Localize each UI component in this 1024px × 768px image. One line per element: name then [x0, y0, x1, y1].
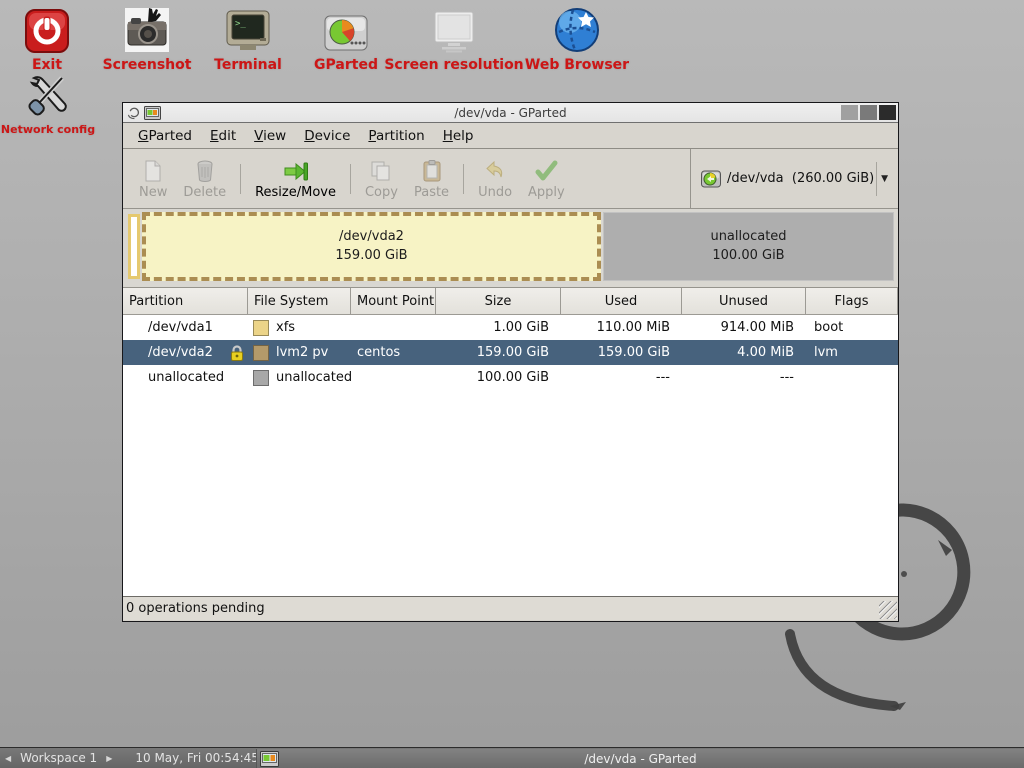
trash-icon: [193, 159, 217, 183]
partition-visual-vda1[interactable]: [128, 214, 140, 279]
menu-help[interactable]: Help: [434, 125, 483, 147]
power-icon: [24, 4, 70, 54]
apply-button: Apply: [520, 156, 573, 202]
desktop-icon-screen-resolution[interactable]: Screen resolution: [388, 4, 520, 73]
window-title: /dev/vda - GParted: [123, 106, 898, 120]
menu-view[interactable]: View: [245, 125, 295, 147]
maximize-button[interactable]: [860, 105, 877, 120]
table-row-unallocated[interactable]: unallocated unallocated 100.00 GiB --- -…: [123, 365, 898, 390]
desktop-icon-terminal[interactable]: >_ Terminal: [208, 4, 288, 73]
partition-table: Partition File System Mount Point Size U…: [123, 288, 898, 596]
close-button[interactable]: [879, 105, 896, 120]
column-header-partition[interactable]: Partition: [123, 288, 248, 315]
partition-visual-unallocated[interactable]: unallocated 100.00 GiB: [603, 212, 894, 281]
camera-icon: [123, 4, 171, 54]
copy-button: Copy: [357, 156, 406, 202]
partition-size: 159.00 GiB: [335, 247, 407, 266]
resize-move-button[interactable]: Resize/Move: [247, 156, 344, 202]
paste-button: Paste: [406, 156, 457, 202]
partition-name: /dev/vda2: [339, 228, 404, 247]
terminal-icon: >_: [225, 4, 271, 54]
delete-button: Delete: [175, 156, 234, 202]
menu-edit[interactable]: Edit: [201, 125, 245, 147]
workspace-label: Workspace 1: [16, 751, 101, 765]
new-document-icon: [141, 159, 165, 183]
menu-partition[interactable]: Partition: [359, 125, 433, 147]
task-button-gparted[interactable]: /dev/vda - GParted: [256, 749, 1024, 768]
fs-color-swatch: [253, 345, 269, 361]
task-app-icon: [260, 751, 279, 767]
table-empty-area: [123, 390, 898, 596]
apply-check-icon: [534, 159, 558, 183]
table-row-vda1[interactable]: /dev/vda1 xfs 1.00 GiB 110.00 MiB 914.00…: [123, 315, 898, 340]
globe-icon: [553, 4, 601, 54]
tools-icon: [24, 70, 72, 120]
menubar: GParted Edit View Device Partition Help: [123, 123, 898, 149]
toolbar-separator: [463, 164, 464, 194]
undo-button: Undo: [470, 156, 520, 202]
table-header-row: Partition File System Mount Point Size U…: [123, 288, 898, 315]
new-button: New: [131, 156, 175, 202]
gparted-disk-icon: [323, 4, 369, 54]
titlebar[interactable]: /dev/vda - GParted: [123, 103, 898, 123]
desktop-icon-label: Terminal: [214, 57, 282, 73]
column-header-unused[interactable]: Unused: [682, 288, 806, 315]
toolbar: New Delete Resize/Move Copy: [123, 149, 898, 209]
desktop-icon-screenshot[interactable]: Screenshot: [104, 4, 190, 73]
desktop-icon-label: Screen resolution: [384, 57, 523, 73]
fs-color-swatch: [253, 320, 269, 336]
workspace-next-icon[interactable]: ▶: [101, 754, 117, 763]
desktop-icon-web-browser[interactable]: Web Browser: [518, 4, 636, 73]
desktop-icon-exit[interactable]: Exit: [16, 4, 78, 73]
partition-size: 100.00 GiB: [712, 247, 784, 266]
statusbar: 0 operations pending: [123, 596, 898, 620]
table-row-vda2-selected[interactable]: /dev/vda2 lvm2 pv centos 159.00 GiB 159.…: [123, 340, 898, 365]
column-header-used[interactable]: Used: [561, 288, 682, 315]
paste-icon: [420, 159, 444, 183]
desktop-icon-network-config[interactable]: Network config: [2, 70, 94, 136]
svg-text:>_: >_: [235, 19, 246, 29]
device-selector-text: /dev/vda (260.00 GiB): [727, 171, 874, 186]
desktop-icon-label: GParted: [314, 57, 378, 73]
gparted-window: /dev/vda - GParted GParted Edit View Dev…: [122, 102, 899, 622]
device-selector[interactable]: /dev/vda (260.00 GiB) ▼: [690, 149, 898, 208]
task-button-label: /dev/vda - GParted: [584, 752, 696, 766]
toolbar-separator: [350, 164, 351, 194]
chevron-down-icon[interactable]: ▼: [877, 174, 892, 184]
menu-gparted[interactable]: GParted: [129, 125, 201, 147]
workspace-prev-icon[interactable]: ◀: [0, 754, 16, 763]
partition-visual-vda2[interactable]: /dev/vda2 159.00 GiB: [142, 212, 601, 281]
column-header-filesystem[interactable]: File System: [248, 288, 351, 315]
copy-icon: [369, 159, 393, 183]
lock-icon: [228, 344, 246, 362]
partition-visual-bar: /dev/vda2 159.00 GiB unallocated 100.00 …: [123, 209, 898, 288]
column-header-size[interactable]: Size: [436, 288, 561, 315]
column-header-mountpoint[interactable]: Mount Point: [351, 288, 436, 315]
monitor-icon: [430, 4, 478, 54]
clock: 10 May, Fri 00:54:45: [131, 751, 263, 765]
fs-color-swatch: [253, 370, 269, 386]
pending-operations-text: 0 operations pending: [126, 601, 265, 616]
partition-name: unallocated: [710, 228, 786, 247]
menu-device[interactable]: Device: [295, 125, 359, 147]
device-disk-icon: [701, 170, 721, 188]
minimize-button[interactable]: [841, 105, 858, 120]
undo-icon: [483, 159, 507, 183]
desktop-icon-label: Network config: [1, 123, 95, 136]
taskbar: ◀ Workspace 1 ▶ 10 May, Fri 00:54:45 ◀ ▶…: [0, 747, 1024, 768]
resize-move-icon: [283, 159, 309, 183]
toolbar-separator: [240, 164, 241, 194]
desktop-icon-label: Screenshot: [103, 57, 192, 73]
desktop-icon-label: Web Browser: [525, 57, 629, 73]
desktop-icon-gparted[interactable]: GParted: [306, 4, 386, 73]
resize-grip[interactable]: [879, 601, 897, 619]
column-header-flags[interactable]: Flags: [806, 288, 898, 315]
